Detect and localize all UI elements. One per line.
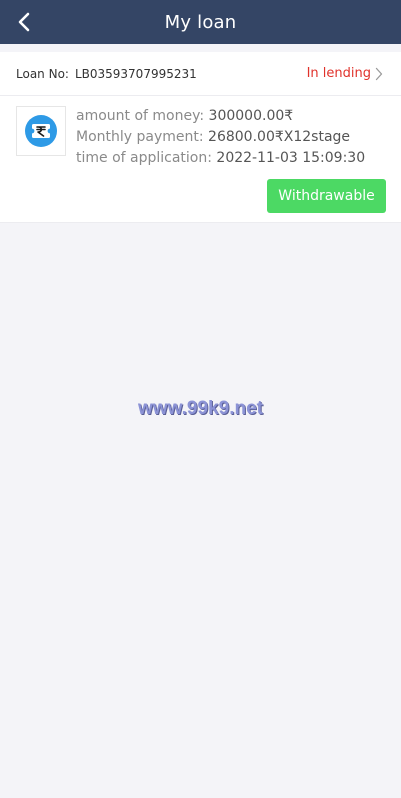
loan-number-label: Loan No: [16, 66, 69, 81]
application-time-line: time of application: 2022-11-03 15:09:30 [76, 148, 365, 169]
amount-line: amount of money: 300000.00₹ [76, 106, 365, 127]
amount-label: amount of money: [76, 108, 205, 124]
loan-details: amount of money: 300000.00₹ Monthly paym… [76, 106, 365, 169]
page: My loan Loan No: LB03593707995231 In len… [0, 0, 401, 798]
withdraw-button[interactable]: Withdrawable [267, 179, 386, 213]
loan-number-value: LB03593707995231 [74, 66, 197, 81]
loan-status-link[interactable]: In lending [307, 66, 385, 81]
monthly-payment-value: 26800.00₹X12stage [208, 129, 351, 145]
monthly-payment-line: Monthly payment: 26800.00₹X12stage [76, 127, 365, 148]
application-time-value: 2022-11-03 15:09:30 [216, 150, 366, 166]
monthly-payment-label: Monthly payment: [76, 129, 204, 145]
application-time-label: time of application: [76, 150, 212, 166]
back-button[interactable] [10, 8, 38, 36]
loan-number: Loan No: LB03593707995231 [16, 67, 197, 81]
loan-status-text: In lending [306, 66, 371, 81]
loan-number-row: Loan No: LB03593707995231 In lending [0, 52, 401, 96]
page-title: My loan [164, 11, 237, 33]
loan-card: amount of money: 300000.00₹ Monthly paym… [0, 96, 401, 223]
app-header: My loan [0, 0, 401, 44]
watermark: www.99k9.net [138, 398, 263, 419]
rupee-ticket-icon [16, 106, 66, 156]
amount-value: 300000.00₹ [208, 108, 294, 124]
chevron-right-icon [375, 67, 385, 81]
chevron-left-icon [18, 12, 30, 32]
